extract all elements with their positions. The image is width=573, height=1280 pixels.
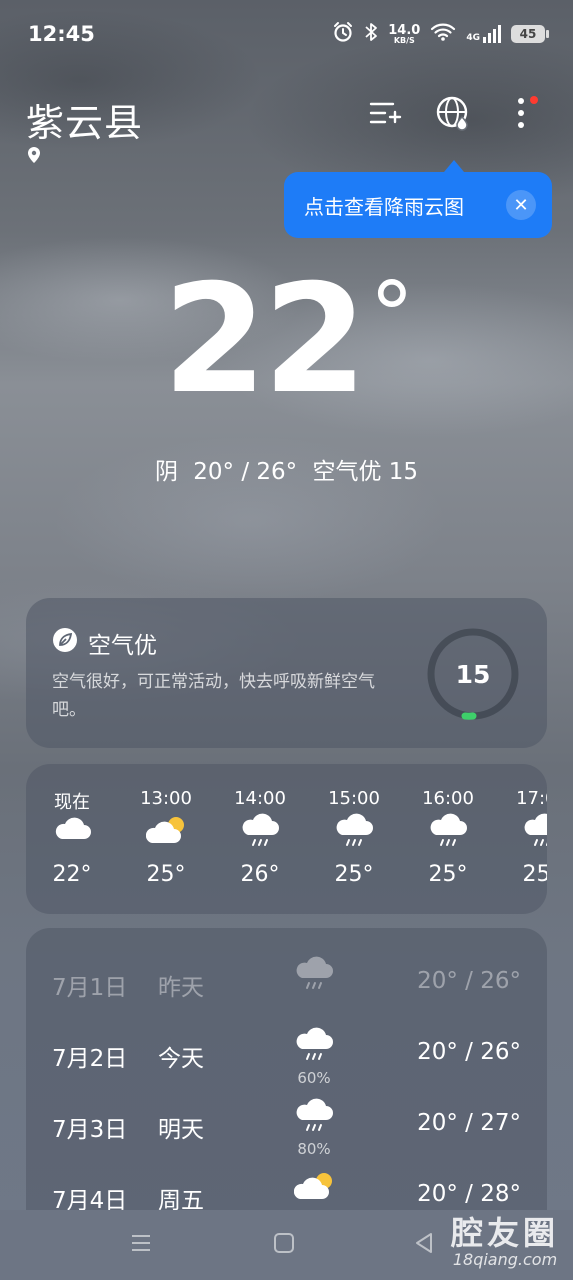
network-speed-unit: KB/S bbox=[393, 35, 415, 45]
daily-precip: 60% bbox=[297, 1069, 331, 1087]
status-time: 12:45 bbox=[28, 22, 95, 46]
menu-lines-icon bbox=[130, 1235, 152, 1258]
rain-cloud-icon bbox=[334, 813, 374, 857]
aqi-value: 15 bbox=[455, 659, 491, 689]
signal-icon bbox=[483, 25, 501, 43]
back-triangle-icon bbox=[414, 1233, 434, 1258]
network-speed-value: 14.0 bbox=[388, 22, 421, 38]
tooltip-close-button[interactable]: ✕ bbox=[506, 190, 536, 220]
daily-range: 20° / 27° bbox=[417, 1110, 521, 1136]
hourly-forecast-card[interactable]: 现在 22° 13:00 25° 14:00 26° 15:00 25° 16:00 25° 17:… bbox=[26, 764, 547, 914]
cloudy-icon bbox=[52, 813, 92, 857]
recent-apps-button[interactable] bbox=[130, 1232, 152, 1258]
hourly-time: 13:00 bbox=[140, 788, 192, 809]
daily-row[interactable]: 7月3日 明天 80% 20° / 27° bbox=[26, 1092, 547, 1158]
home-button[interactable] bbox=[273, 1232, 295, 1258]
degree-symbol: ° bbox=[369, 263, 414, 368]
rain-cloud-icon bbox=[522, 813, 547, 857]
bluetooth-icon bbox=[364, 22, 378, 47]
status-bar: 12:45 14.0 KB/S 4G 45 bbox=[0, 0, 573, 68]
daily-range: 20° / 26° bbox=[417, 968, 521, 994]
list-add-icon bbox=[368, 99, 402, 131]
air-quality-description: 空气很好，可正常活动，快去呼吸新鲜空气吧。 bbox=[52, 672, 375, 720]
aqi-gauge: 15 bbox=[425, 626, 521, 722]
notification-dot bbox=[530, 96, 538, 104]
hourly-temp: 26° bbox=[240, 862, 280, 887]
close-icon: ✕ bbox=[513, 194, 529, 216]
daily-precip: 80% bbox=[297, 1140, 331, 1158]
city-name[interactable]: 紫云县 bbox=[26, 92, 143, 147]
hourly-temp: 25° bbox=[146, 862, 186, 887]
hourly-temp: 25° bbox=[428, 862, 468, 887]
manage-cities-button[interactable] bbox=[366, 96, 404, 134]
daily-date: 7月2日 bbox=[52, 1046, 128, 1072]
watermark: 腔友圈 18qiang.com bbox=[451, 1208, 559, 1269]
daily-weekday: 明天 bbox=[158, 1117, 204, 1143]
current-aqi[interactable]: 空气优 15 bbox=[312, 459, 418, 485]
wifi-icon bbox=[430, 22, 456, 47]
daily-range: 20° / 28° bbox=[417, 1181, 521, 1207]
square-icon bbox=[273, 1233, 295, 1258]
hourly-temp: 25° bbox=[522, 862, 548, 887]
hourly-time: 14:00 bbox=[234, 788, 286, 809]
hourly-item[interactable]: 13:00 25° bbox=[126, 788, 206, 887]
daily-range: 20° / 26° bbox=[417, 1039, 521, 1065]
location-pin-icon bbox=[27, 146, 41, 168]
air-quality-label: 空气优 bbox=[88, 633, 157, 659]
network-type: 4G bbox=[466, 33, 480, 43]
hourly-item[interactable]: 15:00 25° bbox=[314, 788, 394, 887]
daily-weekday: 昨天 bbox=[158, 975, 204, 1001]
rain-cloud-icon bbox=[240, 813, 280, 857]
rain-radar-tooltip[interactable]: 点击查看降雨云图 ✕ bbox=[284, 160, 552, 238]
hourly-temp: 22° bbox=[52, 862, 92, 887]
partly-cloudy-icon bbox=[145, 813, 186, 857]
alarm-icon bbox=[332, 21, 354, 48]
globe-rain-icon bbox=[435, 95, 471, 135]
more-vertical-icon bbox=[517, 97, 525, 133]
battery-level: 45 bbox=[519, 27, 537, 41]
rain-radar-button[interactable] bbox=[434, 96, 472, 134]
daily-row[interactable]: 7月1日 昨天 20° / 26° bbox=[26, 950, 547, 1010]
current-temperature-value: 22 bbox=[162, 253, 368, 427]
hourly-time: 15:00 bbox=[328, 788, 380, 809]
rain-cloud-icon bbox=[428, 813, 468, 857]
hourly-time: 16:00 bbox=[422, 788, 474, 809]
daily-row[interactable]: 7月2日 今天 60% 20° / 26° bbox=[26, 1021, 547, 1087]
battery-icon: 45 bbox=[511, 25, 549, 43]
current-range: 20° / 26° bbox=[193, 459, 298, 485]
current-summary: 阴 20° / 26° 空气优 15 bbox=[0, 452, 573, 486]
rain-cloud-icon bbox=[294, 956, 334, 1000]
hourly-item[interactable]: 现在 22° bbox=[32, 788, 112, 887]
tooltip-text[interactable]: 点击查看降雨云图 bbox=[304, 191, 506, 220]
daily-weekday: 今天 bbox=[158, 1046, 204, 1072]
back-button[interactable] bbox=[414, 1232, 434, 1258]
hourly-time: 17:00 bbox=[516, 788, 547, 809]
hourly-item[interactable]: 14:00 26° bbox=[220, 788, 300, 887]
daily-date: 7月3日 bbox=[52, 1117, 128, 1143]
watermark-url: 18qiang.com bbox=[452, 1250, 558, 1269]
air-quality-title: 空气优 bbox=[52, 626, 157, 660]
more-menu-button[interactable] bbox=[502, 96, 540, 134]
daily-date: 7月1日 bbox=[52, 975, 128, 1001]
hourly-item[interactable]: 16:00 25° bbox=[408, 788, 488, 887]
hourly-time: 现在 bbox=[54, 792, 90, 813]
hourly-temp: 25° bbox=[334, 862, 374, 887]
leaf-icon bbox=[52, 627, 78, 659]
watermark-title: 腔友圈 bbox=[450, 1214, 559, 1252]
hourly-item[interactable]: 17:00 25° bbox=[502, 788, 547, 887]
daily-forecast-card[interactable]: 7月1日 昨天 20° / 26° 7月2日 今天 60% 20° / 26° 7月3日 明天 8… bbox=[26, 928, 547, 1218]
current-temperature: 22° bbox=[0, 265, 573, 415]
air-quality-card[interactable]: 空气优 空气很好，可正常活动，快去呼吸新鲜空气吧。 15 bbox=[26, 598, 547, 748]
current-condition: 阴 bbox=[154, 459, 178, 485]
network-speed: 14.0 KB/S bbox=[388, 24, 420, 45]
